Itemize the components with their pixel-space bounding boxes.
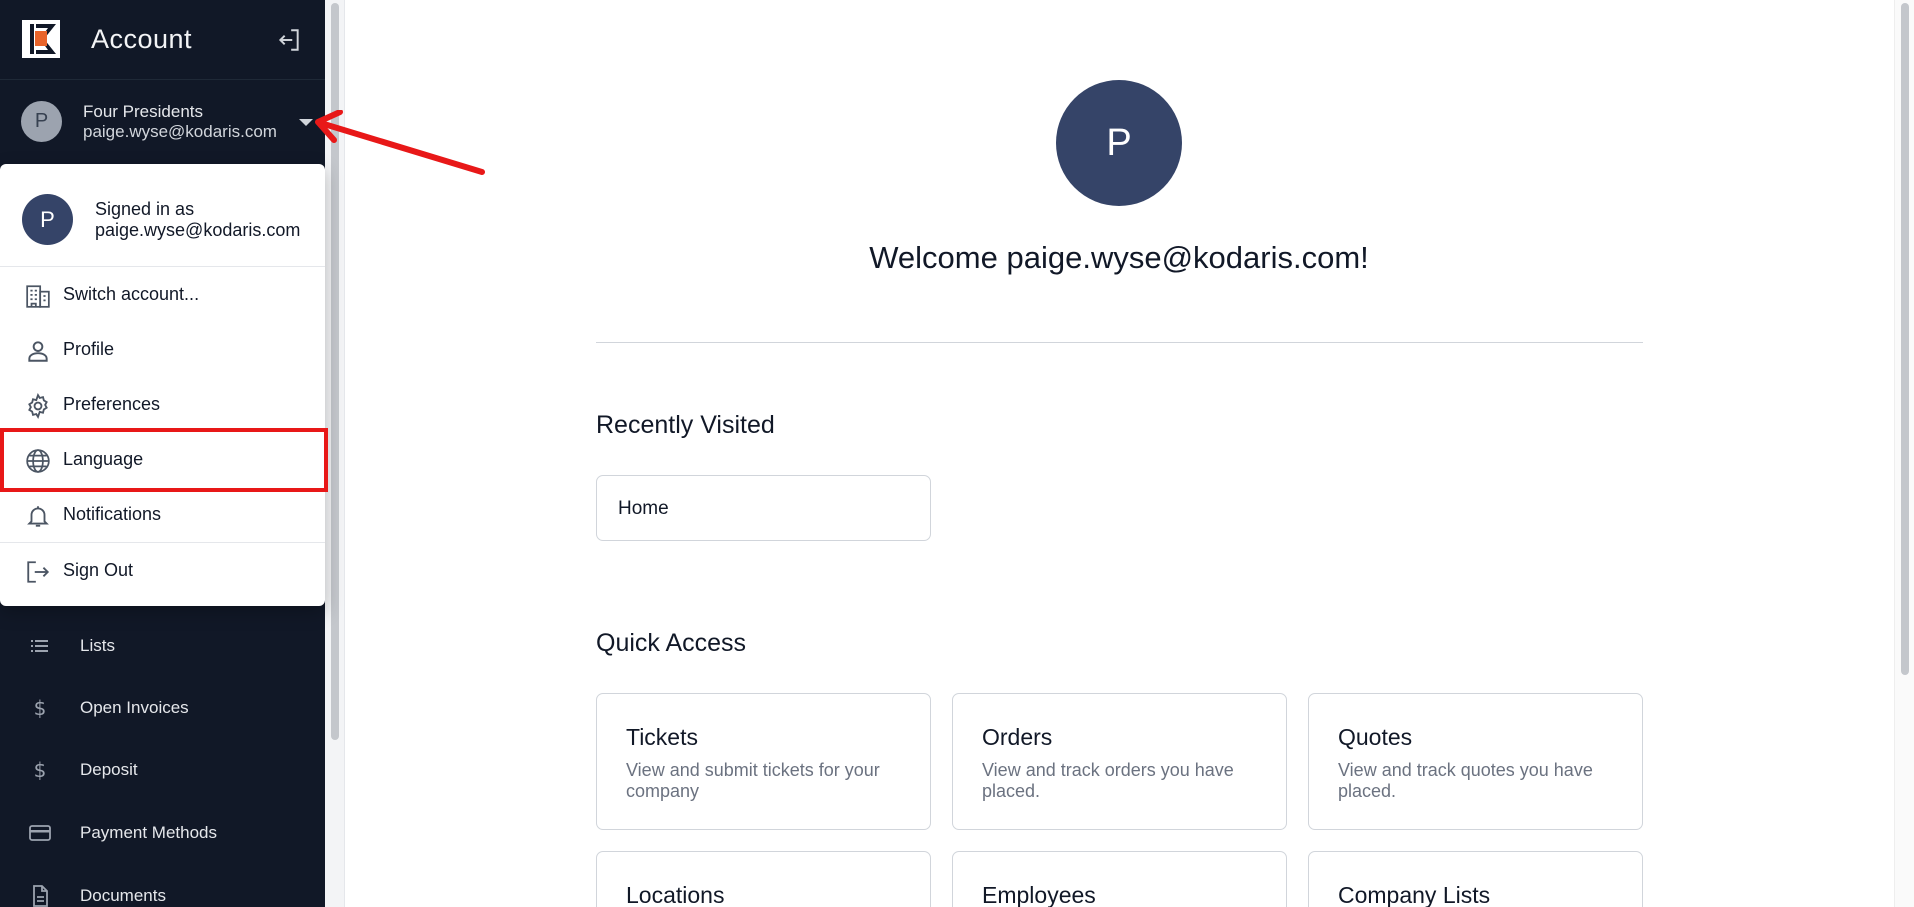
dollar-icon: $ <box>34 696 47 720</box>
avatar: P <box>21 101 62 142</box>
dollar-icon: $ <box>34 758 47 782</box>
recently-visited-card-home[interactable]: Home <box>596 475 931 541</box>
quick-access-card-company-lists[interactable]: Company Lists <box>1308 851 1643 907</box>
sidebar-item-label: Payment Methods <box>80 823 218 842</box>
card-title: Employees <box>982 882 1096 907</box>
sidebar-item-label: Lists <box>80 636 115 655</box>
quick-access-card-quotes[interactable]: Quotes View and track quotes you have pl… <box>1308 693 1643 830</box>
svg-text:$: $ <box>34 696 47 720</box>
account-dropdown-menu: P Signed in as paige.wyse@kodaris.com Sw… <box>0 164 325 606</box>
language-highlight-annotation <box>0 428 328 492</box>
quick-access-card-tickets[interactable]: Tickets View and submit tickets for your… <box>596 693 931 830</box>
kodaris-logo[interactable] <box>22 20 60 58</box>
sidebar-item-deposit[interactable]: $ Deposit <box>0 745 325 795</box>
building-icon <box>26 285 50 308</box>
menu-item-label: Switch account... <box>63 284 200 304</box>
sidebar-item-label: Documents <box>80 886 166 905</box>
menu-item-label: Preferences <box>63 394 161 414</box>
signed-in-header: P Signed in as paige.wyse@kodaris.com <box>0 164 325 267</box>
sidebar-item-open-invoices[interactable]: $ Open Invoices <box>0 683 325 733</box>
avatar: P <box>22 194 73 245</box>
sidebar-title: Account <box>91 24 193 54</box>
menu-item-label: Notifications <box>63 504 162 524</box>
card-title: Quotes <box>1338 724 1413 750</box>
svg-text:$: $ <box>34 758 47 782</box>
collapse-sidebar-icon[interactable] <box>276 27 302 53</box>
sidebar-item-lists[interactable]: Lists <box>0 621 325 671</box>
menu-item-profile[interactable]: Profile <box>0 323 325 378</box>
account-name: Four Presidents <box>83 102 203 121</box>
sign-out-icon <box>27 561 50 583</box>
menu-item-sign-out[interactable]: Sign Out <box>0 544 325 599</box>
person-icon <box>28 341 48 362</box>
recently-visited-title: Recently Visited <box>596 411 775 439</box>
card-label: Home <box>618 498 669 519</box>
divider <box>596 342 1643 343</box>
menu-item-switch-account[interactable]: Switch account... <box>0 268 325 323</box>
credit-card-icon <box>29 825 51 841</box>
quick-access-card-employees[interactable]: Employees <box>952 851 1287 907</box>
sidebar-item-label: Open Invoices <box>80 698 189 717</box>
scrollbar-thumb[interactable] <box>1901 3 1909 675</box>
account-switcher[interactable]: P Four Presidents paige.wyse@kodaris.com <box>0 81 325 164</box>
card-description: View and submit tickets for your company <box>626 760 880 801</box>
card-title: Tickets <box>626 724 698 750</box>
card-description: View and track orders you have placed. <box>982 760 1234 801</box>
menu-divider <box>0 542 325 543</box>
avatar: P <box>1056 80 1182 206</box>
document-icon <box>33 885 48 907</box>
menu-item-label: Sign Out <box>63 560 134 580</box>
account-email: paige.wyse@kodaris.com <box>83 122 277 141</box>
signed-in-label: Signed in as <box>95 199 195 219</box>
card-description: View and track quotes you have placed. <box>1338 760 1593 801</box>
card-title: Orders <box>982 724 1053 750</box>
menu-item-preferences[interactable]: Preferences <box>0 378 325 433</box>
signed-in-email: paige.wyse@kodaris.com <box>95 220 301 240</box>
app-root: Account P Four Presidents paige.wyse@kod… <box>0 0 1914 907</box>
sidebar-item-payment-methods[interactable]: Payment Methods <box>0 808 325 858</box>
quick-access-card-orders[interactable]: Orders View and track orders you have pl… <box>952 693 1287 830</box>
card-title: Company Lists <box>1338 882 1491 907</box>
sidebar-item-documents[interactable]: Documents <box>0 871 325 907</box>
sidebar-item-label: Deposit <box>80 760 138 779</box>
menu-item-label: Profile <box>63 339 115 359</box>
quick-access-card-locations[interactable]: Locations <box>596 851 931 907</box>
red-arrow-annotation <box>315 110 485 175</box>
bell-icon <box>27 506 49 527</box>
welcome-heading: Welcome paige.wyse@kodaris.com! <box>869 240 1369 275</box>
gear-icon <box>28 393 48 419</box>
menu-item-notifications[interactable]: Notifications <box>0 488 325 543</box>
list-icon <box>31 640 48 652</box>
page-scrollbar[interactable] <box>1894 0 1914 907</box>
card-title: Locations <box>626 882 725 907</box>
sidebar-header: Account <box>0 0 325 80</box>
quick-access-title: Quick Access <box>596 629 747 657</box>
